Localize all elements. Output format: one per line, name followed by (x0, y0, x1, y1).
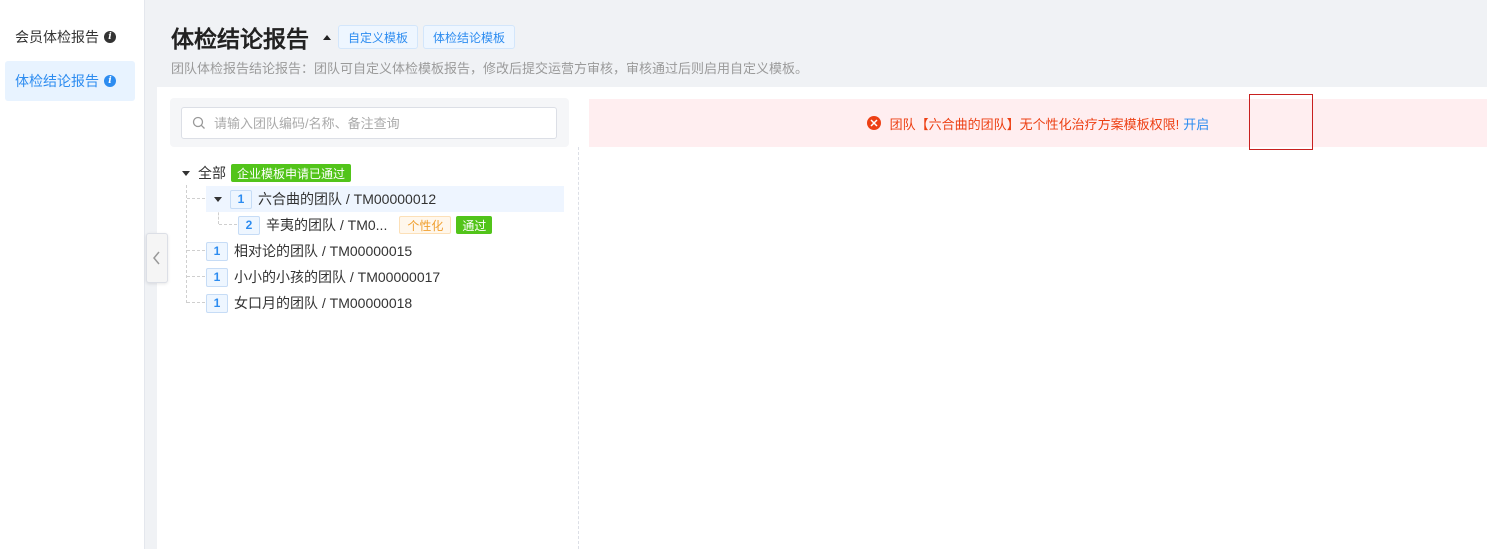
tree-line (219, 224, 237, 225)
tab-conclusion-template[interactable]: 体检结论模板 (423, 25, 516, 49)
tree-node[interactable]: 2 辛夷的团队 / TM0... 个性化 通过 (238, 213, 493, 237)
tree-root[interactable]: 全部 企业模板申请已通过 (182, 161, 352, 185)
caret-down-icon[interactable] (214, 196, 222, 202)
info-icon: i (104, 31, 116, 43)
enable-link[interactable]: 开启 (1183, 114, 1209, 133)
tree-node-label: 相对论的团队 / TM00000015 (234, 243, 413, 259)
nav-item-conclusion-report[interactable]: 体检结论报告 i (5, 61, 135, 101)
tree-node-label: 六合曲的团队 / TM00000012 (258, 191, 437, 207)
alert-message: 团队【六合曲的团队】无个性化治疗方案模板权限! (889, 116, 1180, 132)
tree-node-label: 辛夷的团队 / TM0... (266, 217, 388, 233)
tree-root-label: 全部 (198, 165, 226, 181)
level-badge: 1 (206, 293, 228, 313)
tree-line (187, 302, 205, 303)
search-field[interactable] (181, 107, 557, 139)
error-alert: 团队【六合曲的团队】无个性化治疗方案模板权限! 开启 (589, 99, 1487, 147)
tree-node-label: 小小的小孩的团队 / TM00000017 (234, 269, 441, 285)
caret-up-icon[interactable] (323, 35, 331, 40)
sidebar: 会员体检报告 i 体检结论报告 i (0, 0, 145, 549)
chevron-left-icon (153, 251, 160, 265)
level-badge: 1 (230, 189, 252, 209)
tree-node[interactable]: 1 相对论的团队 / TM00000015 (206, 239, 412, 263)
level-badge: 1 (206, 267, 228, 287)
highlight-box (1249, 94, 1313, 150)
info-icon: i (104, 75, 116, 87)
tree-line (187, 250, 205, 251)
caret-down-icon[interactable] (182, 170, 190, 176)
tree-line (186, 185, 187, 303)
level-badge: 1 (206, 241, 228, 261)
search-icon (192, 116, 205, 129)
tree-line (187, 198, 205, 199)
error-icon (866, 116, 881, 130)
nav-item-label: 体检结论报告 (15, 73, 99, 89)
tree-line (187, 276, 205, 277)
content-panel (157, 87, 1487, 549)
tree-node[interactable]: 1 女口月的团队 / TM00000018 (206, 291, 412, 315)
tree-node[interactable]: 1 六合曲的团队 / TM00000012 (214, 187, 436, 211)
tree-node[interactable]: 1 小小的小孩的团队 / TM00000017 (206, 265, 440, 289)
search-input[interactable] (214, 115, 534, 131)
collapse-sidebar-button[interactable] (146, 233, 168, 283)
tree-node-label: 女口月的团队 / TM00000018 (234, 295, 413, 311)
personalized-tag: 个性化 (399, 216, 452, 234)
nav-item-label: 会员体检报告 (15, 29, 99, 45)
panel-divider (578, 147, 579, 549)
page-subtitle: 团队体检报告结论报告：团队可自定义体检模板报告，修改后提交运营方审核，审核通过后… (171, 61, 809, 76)
nav-item-member-report[interactable]: 会员体检报告 i (5, 17, 135, 57)
level-badge: 2 (238, 215, 260, 235)
page-title: 体检结论报告 (171, 26, 309, 52)
tab-custom-template[interactable]: 自定义模板 (338, 25, 419, 49)
status-badge: 通过 (456, 216, 493, 234)
status-badge: 企业模板申请已通过 (231, 164, 352, 182)
